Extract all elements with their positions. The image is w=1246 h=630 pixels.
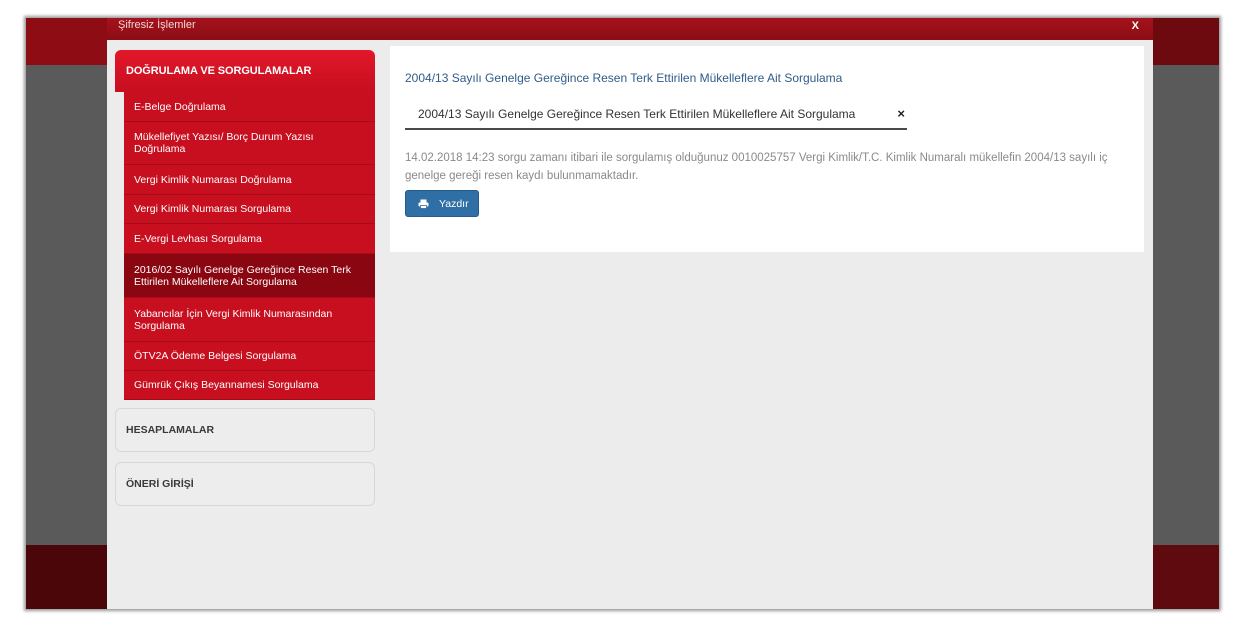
print-button[interactable]: Yazdır [405, 190, 479, 217]
accordion-header-oneri-girisi[interactable]: ÖNERİ GİRİŞİ [115, 462, 375, 506]
tab-label: 2004/13 Sayılı Genelge Gereğince Resen T… [418, 107, 856, 121]
panel-label: HESAPLAMALAR [126, 424, 215, 436]
modal-dialog: Şifresiz İşlemler X DOĞRULAMA VE SORGULA… [107, 18, 1153, 609]
modal-title-bar: Şifresiz İşlemler X [107, 18, 1153, 40]
content-card: 2004/13 Sayılı Genelge Gereğince Resen T… [390, 46, 1144, 252]
sidebar-menu: E-Belge Doğrulama Mükellefiyet Yazısı/ B… [124, 92, 375, 400]
print-button-label: Yazdır [439, 197, 469, 210]
sidebar: DOĞRULAMA VE SORGULAMALAR E-Belge Doğrul… [115, 50, 375, 506]
sidebar-item-mukellefiyet[interactable]: Mükellefiyet Yazısı/ Borç Durum Yazısı D… [124, 122, 375, 165]
sidebar-item-label: E-Belge Doğrulama [134, 100, 226, 113]
sidebar-item-2016-02-genelge[interactable]: 2016/02 Sayılı Genelge Gereğince Resen T… [124, 254, 375, 298]
background-footer-corner [26, 545, 108, 609]
sidebar-item-label: Vergi Kimlik Numarası Doğrulama [134, 173, 292, 186]
tab-close-icon[interactable]: × [897, 106, 905, 121]
sidebar-item-label: Gümrük Çıkış Beyannamesi Sorgulama [134, 379, 319, 391]
sidebar-item-label: Vergi Kimlik Numarası Sorgulama [134, 203, 291, 215]
modal-title: Şifresiz İşlemler [118, 19, 196, 31]
query-result-message: 14.02.2018 14:23 sorgu zamanı itibari il… [405, 152, 1108, 182]
sidebar-item-label: Mükellefiyet Yazısı/ Borç Durum Yazısı D… [134, 131, 314, 155]
sidebar-item-label: Yabancılar İçin Vergi Kimlik Numarasında… [134, 307, 333, 332]
modal-close-button[interactable]: X [1132, 19, 1139, 33]
sidebar-item-vkn-sorgulama[interactable]: Vergi Kimlik Numarası Sorgulama [124, 195, 375, 224]
sidebar-item-label: E-Vergi Levhası Sorgulama [134, 232, 262, 245]
tab-active-query[interactable]: 2004/13 Sayılı Genelge Gereğince Resen T… [405, 98, 907, 130]
printer-icon [418, 199, 429, 209]
panel-label: ÖNERİ GİRİŞİ [126, 478, 194, 490]
sidebar-item-vkn-dogrulama[interactable]: Vergi Kimlik Numarası Doğrulama [124, 165, 375, 195]
sidebar-item-e-vergi-levhasi[interactable]: E-Vergi Levhası Sorgulama [124, 224, 375, 254]
sidebar-item-label: 2016/02 Sayılı Genelge Gereğince Resen T… [134, 263, 351, 288]
accordion-header-hesaplamalar[interactable]: HESAPLAMALAR [115, 408, 375, 452]
page-title-link[interactable]: 2004/13 Sayılı Genelge Gereğince Resen T… [405, 71, 842, 85]
accordion-header-dogrulama[interactable]: DOĞRULAMA VE SORGULAMALAR [115, 50, 375, 92]
sidebar-item-gumruk-cikis[interactable]: Gümrük Çıkış Beyannamesi Sorgulama [124, 371, 375, 400]
sidebar-item-otv2a[interactable]: ÖTV2A Ödeme Belgesi Sorgulama [124, 342, 375, 371]
sidebar-item-e-belge[interactable]: E-Belge Doğrulama [124, 92, 375, 122]
background-header-corner [1153, 18, 1219, 65]
sidebar-item-label: ÖTV2A Ödeme Belgesi Sorgulama [134, 350, 297, 362]
sidebar-item-yabancilar-vkn[interactable]: Yabancılar İçin Vergi Kimlik Numarasında… [124, 298, 375, 342]
screenshot-frame: Şifresiz İşlemler X DOĞRULAMA VE SORGULA… [26, 18, 1219, 609]
